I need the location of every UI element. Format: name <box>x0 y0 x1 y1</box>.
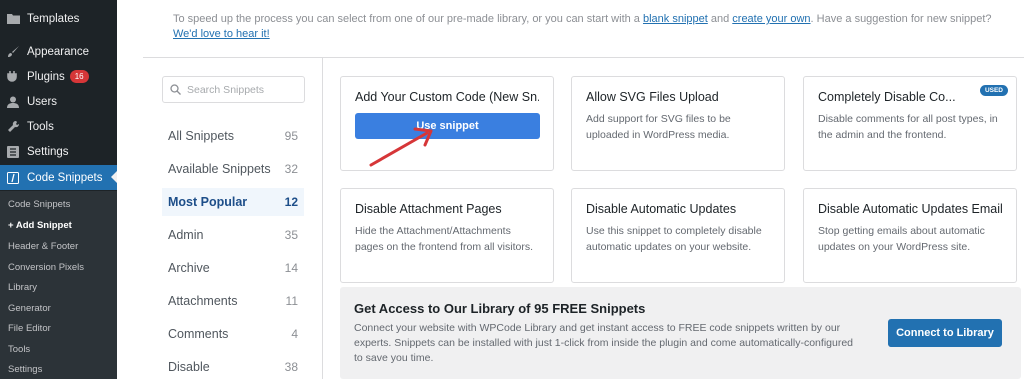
suggest-snippet-link[interactable]: We'd love to hear it! <box>173 28 270 40</box>
submenu-header-footer[interactable]: Header & Footer <box>8 241 78 252</box>
category-archive[interactable]: Archive 14 <box>162 254 304 282</box>
snippet-card-disable-comments[interactable]: USED Completely Disable Co... Disable co… <box>803 76 1017 171</box>
menu-item-label: Users <box>27 95 58 108</box>
category-count: 14 <box>284 261 298 275</box>
snippet-card-svg-upload[interactable]: Allow SVG Files Upload Add support for S… <box>571 76 785 171</box>
submenu-file-editor[interactable]: File Editor <box>8 323 51 334</box>
menu-item-templates[interactable]: Templates <box>0 6 117 31</box>
category-most-popular[interactable]: Most Popular 12 <box>162 188 304 216</box>
code-snippets-submenu: Code Snippets + Add Snippet Header & Foo… <box>0 191 117 379</box>
menu-item-users[interactable]: Users <box>0 89 117 114</box>
snippet-card-title: Disable Attachment Pages <box>355 202 502 216</box>
plug-icon <box>6 70 20 84</box>
category-count: 32 <box>284 162 298 176</box>
menu-item-label: Settings <box>27 145 69 158</box>
use-snippet-button[interactable]: Use snippet <box>355 113 540 139</box>
submenu-tools[interactable]: Tools <box>8 344 30 355</box>
search-input[interactable]: Search Snippets <box>162 76 305 103</box>
intro-text-part: To speed up the process you can select f… <box>173 13 643 25</box>
submenu-settings[interactable]: Settings <box>8 364 42 375</box>
category-label: Archive <box>168 261 210 275</box>
snippet-card-description: Disable comments for all post types, in … <box>818 113 998 141</box>
category-available-snippets[interactable]: Available Snippets 32 <box>162 155 304 183</box>
menu-item-label: Tools <box>27 120 54 133</box>
category-count: 38 <box>284 360 298 374</box>
category-admin[interactable]: Admin 35 <box>162 221 304 249</box>
category-label: Most Popular <box>168 195 248 209</box>
snippet-card-title: Disable Automatic Updates <box>586 202 737 216</box>
snippet-card-title: Disable Automatic Updates Emails <box>818 202 1002 216</box>
snippet-card-title: Allow SVG Files Upload <box>586 90 719 104</box>
menu-item-appearance[interactable]: Appearance <box>0 39 117 64</box>
library-promo-title: Get Access to Our Library of 95 FREE Sni… <box>354 301 646 316</box>
category-comments[interactable]: Comments 4 <box>162 320 304 348</box>
menu-item-label: Templates <box>27 12 80 25</box>
submenu-add-snippet[interactable]: + Add Snippet <box>8 220 72 231</box>
menu-item-label: Appearance <box>27 45 90 58</box>
blank-snippet-link[interactable]: blank snippet <box>643 13 708 25</box>
category-count: 35 <box>284 228 298 242</box>
snippet-card-disable-update-emails[interactable]: Disable Automatic Updates Emails Stop ge… <box>803 188 1017 283</box>
category-label: Comments <box>168 327 229 341</box>
snippet-card-description: Use this snippet to completely disable a… <box>586 225 762 253</box>
category-label: Available Snippets <box>168 162 271 176</box>
intro-text-part: . Have a suggestion for new snippet? <box>810 13 992 25</box>
menu-item-settings[interactable]: Settings <box>0 139 117 164</box>
snippet-card-description: Hide the Attachment/Attachments pages on… <box>355 225 534 253</box>
settings-icon <box>6 145 20 159</box>
user-icon <box>6 95 20 109</box>
menu-item-code-snippets[interactable]: Code Snippets <box>0 165 117 190</box>
connect-to-library-button[interactable]: Connect to Library <box>888 319 1002 347</box>
column-divider <box>322 58 323 379</box>
code-icon <box>6 171 20 185</box>
category-attachments[interactable]: Attachments 11 <box>162 287 304 315</box>
search-placeholder: Search Snippets <box>187 83 265 96</box>
menu-item-tools[interactable]: Tools <box>0 114 117 139</box>
submenu-code-snippets[interactable]: Code Snippets <box>8 199 70 210</box>
admin-sidebar: Templates Appearance Plugins 16 Users To… <box>0 0 117 379</box>
submenu-generator[interactable]: Generator <box>8 303 51 314</box>
library-promo-description: Connect your website with WPCode Library… <box>354 322 854 364</box>
intro-text: To speed up the process you can select f… <box>173 12 1013 42</box>
submenu-conversion-pixels[interactable]: Conversion Pixels <box>8 262 84 273</box>
menu-item-label: Plugins <box>27 70 65 83</box>
intro-text-part: and <box>707 13 733 25</box>
category-label: Attachments <box>168 294 238 308</box>
snippet-card-description: Stop getting emails about automatic upda… <box>818 225 985 253</box>
menu-item-label: Code Snippets <box>27 171 103 184</box>
category-count: 95 <box>284 129 298 143</box>
category-label: All Snippets <box>168 129 235 143</box>
submenu-library[interactable]: Library <box>8 282 37 293</box>
create-your-own-link[interactable]: create your own <box>732 13 810 25</box>
category-disable[interactable]: Disable 38 <box>162 353 304 379</box>
snippet-card-disable-auto-updates[interactable]: Disable Automatic Updates Use this snipp… <box>571 188 785 283</box>
plugins-update-badge: 16 <box>69 70 89 83</box>
menu-item-plugins[interactable]: Plugins 16 <box>0 64 117 89</box>
used-badge: USED <box>979 85 1008 96</box>
category-count: 12 <box>284 195 298 209</box>
paintbrush-icon <box>6 45 20 59</box>
snippet-card-disable-attachment-pages[interactable]: Disable Attachment Pages Hide the Attach… <box>340 188 554 283</box>
wrench-icon <box>6 120 20 134</box>
folder-icon <box>6 12 20 26</box>
category-label: Disable <box>168 360 210 374</box>
snippet-card-custom-code[interactable]: Add Your Custom Code (New Sn... Use snip… <box>340 76 554 171</box>
category-count: 11 <box>285 294 298 308</box>
category-count: 4 <box>291 327 298 341</box>
section-divider <box>143 57 1024 58</box>
category-all-snippets[interactable]: All Snippets 95 <box>162 122 304 150</box>
snippet-card-title: Add Your Custom Code (New Sn... <box>355 90 539 104</box>
search-icon <box>170 84 181 95</box>
category-label: Admin <box>168 228 204 242</box>
snippet-card-description: Add support for SVG files to be uploaded… <box>586 113 731 141</box>
snippet-card-title: Completely Disable Co... <box>818 90 956 104</box>
